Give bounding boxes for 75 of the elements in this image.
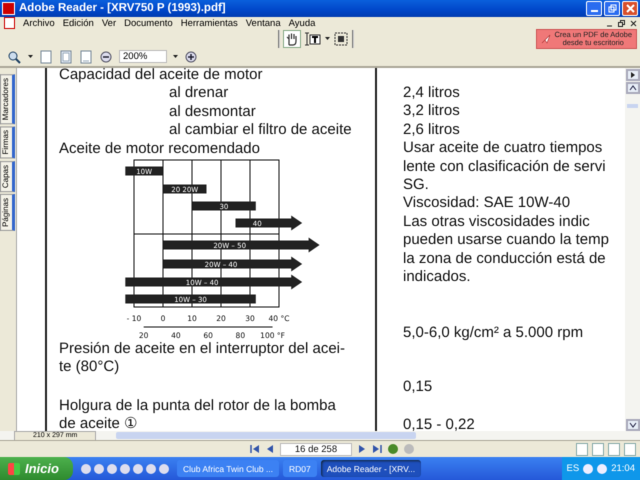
side-tab[interactable]: Páginas: [0, 194, 15, 231]
scroll-thumb[interactable]: [627, 104, 638, 108]
caret-icon[interactable]: [28, 55, 33, 58]
spec-value: la zona de conducción está de: [403, 250, 607, 268]
clock: 21:04: [611, 463, 635, 474]
caret-icon[interactable]: [325, 37, 330, 40]
zoom-out-button[interactable]: [99, 50, 113, 64]
menu-item[interactable]: Documento: [124, 18, 173, 29]
menu-item[interactable]: Ayuda: [288, 18, 316, 29]
scroll-down-icon[interactable]: [626, 419, 640, 432]
taskbar-button[interactable]: Club Africa Twin Club ...: [176, 460, 280, 477]
close-button[interactable]: [622, 0, 638, 16]
next-page-icon[interactable]: [358, 444, 366, 454]
text-select-button[interactable]: [304, 30, 322, 47]
vertical-scrollbar[interactable]: [625, 68, 640, 432]
minimize-button[interactable]: [586, 0, 602, 16]
first-page-icon[interactable]: [250, 444, 260, 454]
window-title: Adobe Reader - [XRV750 P (1993).pdf]: [19, 2, 226, 14]
spec-label: al cambiar el filtro de aceite: [168, 121, 353, 140]
spec-label: de aceite ①: [59, 415, 138, 432]
fit-width-icon[interactable]: [79, 48, 93, 65]
close-icon: [626, 4, 634, 13]
spec-value: indicados.: [403, 268, 472, 286]
spec-label: te (80°C): [59, 358, 120, 377]
spec-label: al desmontar: [168, 102, 257, 122]
spec-label: al drenar: [168, 84, 230, 103]
restore-icon: [608, 4, 616, 13]
spec-value: Viscosidad: SAE 10W-40: [403, 194, 572, 213]
page-number-field[interactable]: 16 de 258: [280, 442, 352, 456]
spec-value: lente con clasificación de servi: [403, 158, 607, 176]
zoom-field[interactable]: 200%: [119, 50, 167, 64]
spec-value: SG.: [403, 176, 430, 194]
spec-value: Las otras viscosidades indic: [403, 212, 591, 232]
single-page-icon[interactable]: [39, 48, 53, 65]
side-tab[interactable]: Firmas: [0, 126, 15, 159]
snapshot-button[interactable]: [333, 30, 349, 47]
minimize-icon: [590, 10, 598, 12]
horizontal-scrollbar[interactable]: [116, 432, 416, 440]
side-tab[interactable]: Marcadores: [0, 74, 15, 124]
restore-button[interactable]: [604, 0, 620, 16]
side-tab[interactable]: Capas: [0, 160, 15, 192]
menu-item[interactable]: Archivo: [23, 18, 55, 29]
expand-arrow-icon[interactable]: [626, 68, 640, 81]
spec-value: Usar aceite de cuatro tiempos: [403, 139, 604, 158]
spec-value: pueden usarse cuando la temp: [403, 231, 610, 250]
menu-item[interactable]: Edición: [62, 18, 94, 29]
last-page-icon[interactable]: [372, 444, 382, 454]
restore-icon[interactable]: [618, 20, 625, 27]
zoom-in-button[interactable]: [184, 50, 198, 64]
spec-label: Aceite de motor recomendado: [59, 140, 261, 158]
spec-label: Presión de aceite en el interruptor del acei-: [59, 340, 346, 358]
close-icon[interactable]: [630, 20, 637, 27]
spec-value: 0,15: [403, 378, 434, 396]
spec-label: Capacidad del aceite de motor: [59, 68, 264, 84]
spec-value: 0,15 - 0,22: [403, 416, 476, 432]
spec-value: 2,4 litros: [403, 84, 461, 102]
fit-page-icon[interactable]: [59, 48, 73, 65]
spec-label: Holgura de la punta del rotor de la bomba: [59, 396, 337, 416]
menu-item[interactable]: Herramientas: [180, 18, 238, 29]
menu-item[interactable]: Ventana: [246, 18, 281, 29]
cursor-arrow-icon: [541, 34, 552, 44]
menu-item[interactable]: Ver: [102, 18, 116, 29]
start-button[interactable]: Inicio: [0, 457, 73, 480]
spec-value: 2,6 litros: [403, 120, 461, 140]
previous-page-icon[interactable]: [266, 444, 274, 454]
spec-value: 3,2 litros: [403, 102, 461, 121]
spec-value: 5,0-6,0 kg/cm² a 5.000 rpm: [403, 324, 584, 343]
caret-icon[interactable]: [173, 55, 178, 58]
pdf-icon: [2, 2, 15, 15]
zoom-in-tool-icon[interactable]: [6, 48, 22, 65]
taskbar-button[interactable]: Adobe Reader - [XRV...: [320, 460, 422, 477]
pdf-icon: [4, 17, 15, 30]
taskbar-button[interactable]: RD07: [283, 460, 317, 477]
hand-tool-button[interactable]: [283, 30, 301, 48]
scroll-up-icon[interactable]: [626, 82, 640, 94]
